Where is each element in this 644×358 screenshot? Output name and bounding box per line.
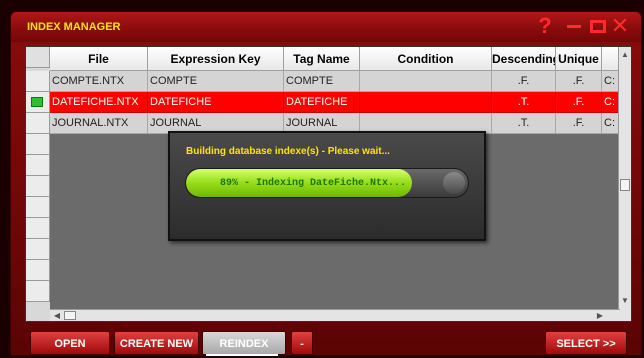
scroll-right-icon[interactable]: ▶ [594, 310, 606, 321]
column-header-descending[interactable]: Descending [492, 47, 556, 71]
horizontal-scroll-thumb[interactable] [64, 311, 76, 320]
maximize-icon[interactable] [587, 14, 609, 38]
corner-cell [26, 47, 50, 68]
help-icon[interactable]: ? [534, 14, 556, 38]
row-header[interactable] [26, 176, 50, 197]
cell-descending: .F. [492, 71, 556, 92]
row-header[interactable] [26, 113, 50, 134]
select-button[interactable]: SELECT >> [545, 331, 627, 355]
row-header[interactable] [26, 239, 50, 260]
scroll-up-icon[interactable]: ▲ [619, 49, 631, 61]
cell-file: COMPTE.NTX [50, 71, 148, 92]
scroll-left-icon[interactable]: ◀ [51, 310, 63, 321]
column-header-tag-name[interactable]: Tag Name [284, 47, 360, 71]
vertical-scrollbar[interactable]: ▲ ▼ [618, 47, 631, 321]
horizontal-scrollbar[interactable]: ◀ ▶ [50, 309, 620, 321]
row-header-selected[interactable] [26, 92, 50, 113]
table-row[interactable]: COMPTE.NTX COMPTE COMPTE .F. .F. C: [50, 71, 620, 92]
row-header[interactable] [26, 134, 50, 155]
row-header[interactable] [26, 71, 50, 92]
row-header[interactable] [26, 281, 50, 302]
cell-unique: .F. [556, 92, 602, 113]
column-header-unique[interactable]: Unique [556, 47, 602, 71]
progress-bar: 89% - Indexing DateFiche.Ntx... [185, 168, 469, 198]
reindex-indicator [206, 354, 278, 356]
cell-file: JOURNAL.NTX [50, 113, 148, 134]
cell-condition [360, 71, 492, 92]
progress-bar-text: 89% - Indexing DateFiche.Ntx... [219, 178, 407, 189]
cell-tag-name: COMPTE [284, 71, 360, 92]
row-header[interactable] [26, 197, 50, 218]
cell-tag-name: DATEFICHE [284, 92, 360, 113]
progress-message: Building database indexe(s) - Please wai… [186, 146, 390, 157]
cell-expression-key: COMPTE [148, 71, 284, 92]
scroll-down-icon[interactable]: ▼ [619, 295, 631, 307]
dash-button[interactable]: - [291, 331, 313, 355]
table-row-selected[interactable]: DATEFICHE.NTX DATEFICHE DATEFICHE .T. .F… [50, 92, 620, 113]
cell-descending: .T. [492, 92, 556, 113]
row-header[interactable] [26, 155, 50, 176]
column-header-file[interactable]: File [50, 47, 148, 71]
table-header: File Expression Key Tag Name Condition D… [50, 47, 620, 71]
cell-descending: .T. [492, 113, 556, 134]
cell-condition [360, 92, 492, 113]
row-header-column [26, 47, 50, 321]
cell-unique: .F. [556, 71, 602, 92]
vertical-scroll-thumb[interactable] [620, 179, 630, 191]
close-icon[interactable]: ✕ [609, 14, 631, 38]
cell-file: DATEFICHE.NTX [50, 92, 148, 113]
column-header-condition[interactable]: Condition [360, 47, 492, 71]
row-header[interactable] [26, 260, 50, 281]
minimize-icon[interactable] [563, 14, 585, 38]
reindex-button[interactable]: REINDEX [202, 331, 286, 355]
current-row-icon [31, 97, 43, 107]
progress-knob [443, 172, 465, 194]
row-header[interactable] [26, 218, 50, 239]
column-header-expression-key[interactable]: Expression Key [148, 47, 284, 71]
window-title: INDEX MANAGER [27, 21, 121, 33]
cell-unique: .F. [556, 113, 602, 134]
cell-expression-key: DATEFICHE [148, 92, 284, 113]
create-new-button[interactable]: CREATE NEW [114, 331, 199, 355]
title-bar[interactable]: INDEX MANAGER ? ✕ [11, 12, 641, 42]
open-button[interactable]: OPEN [30, 331, 110, 355]
progress-dialog: Building database indexe(s) - Please wai… [168, 131, 486, 241]
